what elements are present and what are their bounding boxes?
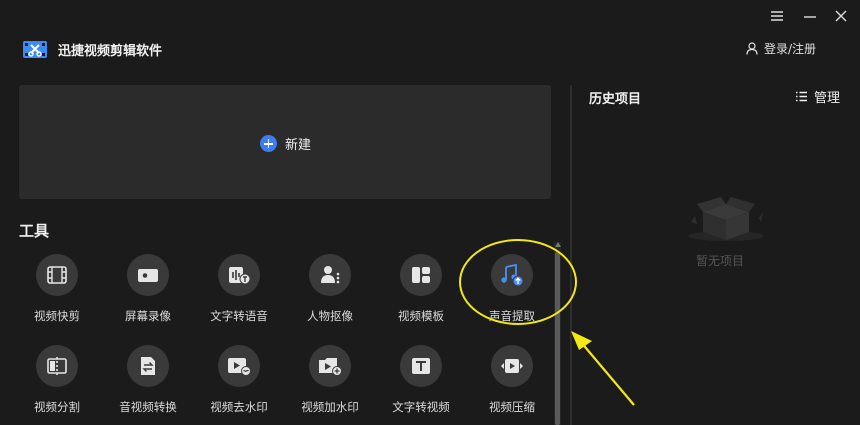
- user-icon: [746, 42, 758, 55]
- tool-label: 文字转视频: [392, 400, 450, 414]
- tool-video-compress[interactable]: 视频压缩: [472, 345, 552, 415]
- template-icon: [412, 267, 430, 283]
- app-logo-icon: [23, 41, 47, 58]
- remove-watermark-icon: [228, 358, 251, 376]
- compress-icon: [501, 359, 523, 373]
- tool-add-watermark[interactable]: 视频加水印: [290, 345, 370, 415]
- tool-label: 视频快剪: [34, 309, 80, 323]
- convert-icon: [141, 357, 155, 375]
- scroll-up-arrow-icon[interactable]: [555, 242, 561, 247]
- tool-video-quick-cut[interactable]: 视频快剪: [17, 254, 97, 324]
- tool-label: 文字转语音: [210, 309, 268, 323]
- tool-text-to-speech[interactable]: 文字转语音: [199, 254, 279, 324]
- tool-video-template[interactable]: 视频模板: [381, 254, 461, 324]
- text-to-video-icon: [412, 358, 430, 374]
- close-icon[interactable]: [830, 6, 852, 28]
- tool-remove-watermark[interactable]: 视频去水印: [199, 345, 279, 415]
- tool-label: 视频压缩: [489, 400, 535, 414]
- tools-heading: 工具: [19, 222, 50, 240]
- tool-screen-record[interactable]: 屏幕录像: [108, 254, 188, 324]
- login-button[interactable]: 登录/注册: [746, 40, 816, 57]
- tool-label: 人物抠像: [307, 309, 353, 323]
- tool-text-to-video[interactable]: 文字转视频: [381, 345, 461, 415]
- minimize-icon[interactable]: [799, 6, 821, 28]
- tool-label: 视频模板: [398, 309, 444, 323]
- tool-label: 屏幕录像: [125, 309, 171, 323]
- text-to-speech-icon: [229, 267, 251, 285]
- tool-label: 视频加水印: [301, 400, 359, 414]
- split-icon: [47, 357, 67, 375]
- login-label: 登录/注册: [763, 42, 816, 56]
- tool-person-cutout[interactable]: 人物抠像: [290, 254, 370, 324]
- tool-label: 视频分割: [34, 400, 80, 414]
- tool-av-convert[interactable]: 音视频转换: [108, 345, 188, 415]
- manage-button[interactable]: 管理: [795, 87, 840, 106]
- plus-icon: [260, 135, 277, 152]
- new-project-label: 新建: [285, 138, 312, 153]
- title-bar: 迅捷视频剪辑软件 登录/注册: [0, 0, 860, 70]
- menu-icon[interactable]: [766, 6, 788, 28]
- manage-label: 管理: [814, 91, 841, 106]
- arrow-annotation-icon: [571, 331, 635, 406]
- highlight-circle-annotation: [459, 239, 577, 325]
- new-project-button[interactable]: 新建: [19, 85, 551, 199]
- app-title: 迅捷视频剪辑软件: [58, 44, 163, 59]
- add-watermark-icon: [319, 358, 342, 376]
- history-title: 历史项目: [589, 92, 642, 107]
- film-icon: [47, 266, 67, 284]
- empty-box-icon: [688, 197, 764, 241]
- tool-label: 音视频转换: [119, 400, 177, 414]
- tool-video-split[interactable]: 视频分割: [17, 345, 97, 415]
- person-cutout-icon: [321, 266, 340, 284]
- empty-history-text: 暂无项目: [696, 254, 745, 268]
- camera-icon: [138, 269, 158, 282]
- tool-label: 视频去水印: [210, 400, 268, 414]
- list-icon: [796, 91, 807, 102]
